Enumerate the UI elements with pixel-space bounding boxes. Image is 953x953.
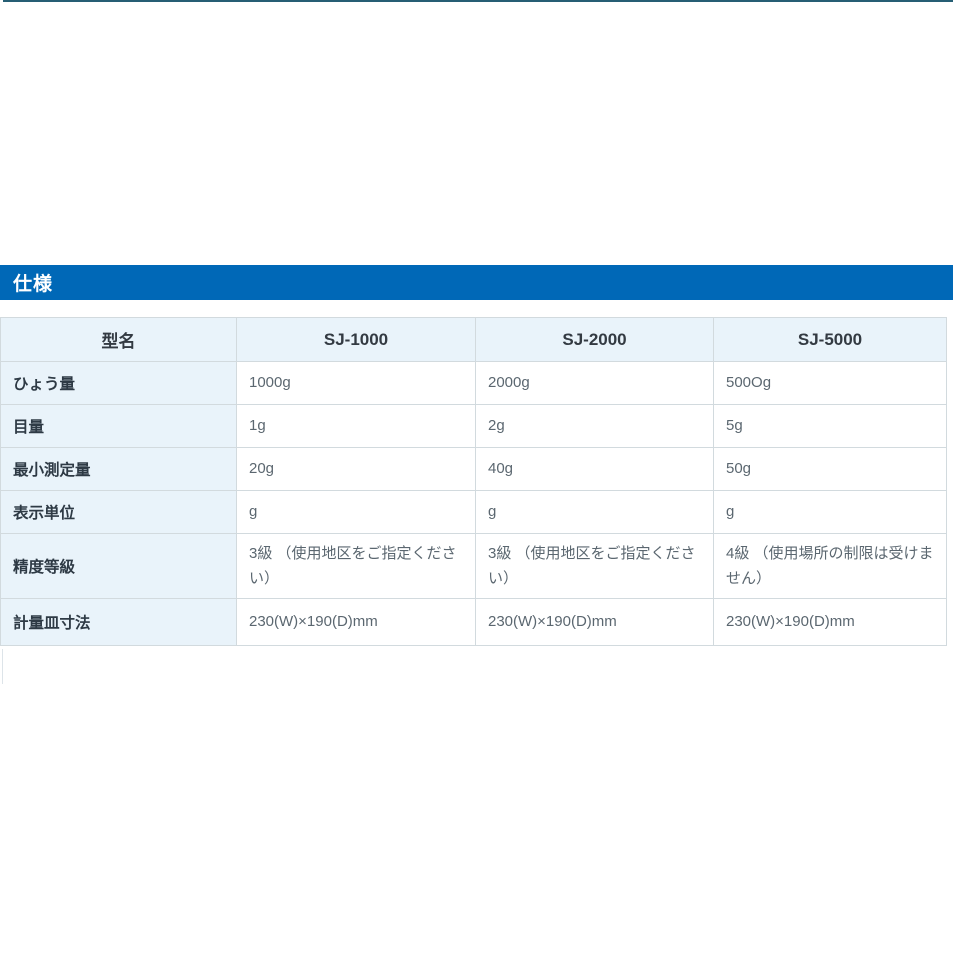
cell-accuracy-sj5000: 4級 （使用場所の制限は受けません） xyxy=(714,534,947,599)
cell-accuracy-sj2000: 3級 （使用地区をご指定ください） xyxy=(476,534,714,599)
page: 仕様 型名 SJ-1000 SJ-2000 SJ-5000 ひょう量 1000g… xyxy=(0,0,953,953)
table-row-accuracy-class: 精度等級 3級 （使用地区をご指定ください） 3級 （使用地区をご指定ください）… xyxy=(1,534,947,599)
row-label-accuracy-class: 精度等級 xyxy=(1,534,237,599)
cell-pan-sj1000: 230(W)×190(D)mm xyxy=(237,599,476,646)
col-header-sj-5000: SJ-5000 xyxy=(714,318,947,362)
cell-capacity-sj5000: 500Og xyxy=(714,362,947,405)
stray-border-fragment xyxy=(2,649,3,684)
table-row-min-measurement: 最小測定量 20g 40g 50g xyxy=(1,448,947,491)
cell-pan-sj2000: 230(W)×190(D)mm xyxy=(476,599,714,646)
cell-min-sj1000: 20g xyxy=(237,448,476,491)
row-label-scale-interval: 目量 xyxy=(1,405,237,448)
cell-unit-sj2000: g xyxy=(476,491,714,534)
cell-interval-sj1000: 1g xyxy=(237,405,476,448)
cell-interval-sj5000: 5g xyxy=(714,405,947,448)
table-row-pan-dimensions: 計量皿寸法 230(W)×190(D)mm 230(W)×190(D)mm 23… xyxy=(1,599,947,646)
row-label-pan-dimensions: 計量皿寸法 xyxy=(1,599,237,646)
section-header-bar: 仕様 xyxy=(0,265,953,300)
spec-table-header-row: 型名 SJ-1000 SJ-2000 SJ-5000 xyxy=(1,318,947,362)
col-header-model-name: 型名 xyxy=(1,318,237,362)
top-accent-line xyxy=(3,0,953,2)
col-header-sj-2000: SJ-2000 xyxy=(476,318,714,362)
table-row-scale-interval: 目量 1g 2g 5g xyxy=(1,405,947,448)
table-row-display-unit: 表示単位 g g g xyxy=(1,491,947,534)
cell-min-sj5000: 50g xyxy=(714,448,947,491)
cell-pan-sj5000: 230(W)×190(D)mm xyxy=(714,599,947,646)
table-row-capacity: ひょう量 1000g 2000g 500Og xyxy=(1,362,947,405)
cell-accuracy-sj1000: 3級 （使用地区をご指定ください） xyxy=(237,534,476,599)
cell-capacity-sj1000: 1000g xyxy=(237,362,476,405)
row-label-capacity: ひょう量 xyxy=(1,362,237,405)
col-header-sj-1000: SJ-1000 xyxy=(237,318,476,362)
row-label-min-measurement: 最小測定量 xyxy=(1,448,237,491)
cell-unit-sj1000: g xyxy=(237,491,476,534)
cell-capacity-sj2000: 2000g xyxy=(476,362,714,405)
section-title: 仕様 xyxy=(13,269,53,296)
spec-table: 型名 SJ-1000 SJ-2000 SJ-5000 ひょう量 1000g 20… xyxy=(0,317,947,646)
row-label-display-unit: 表示単位 xyxy=(1,491,237,534)
cell-interval-sj2000: 2g xyxy=(476,405,714,448)
cell-min-sj2000: 40g xyxy=(476,448,714,491)
cell-unit-sj5000: g xyxy=(714,491,947,534)
